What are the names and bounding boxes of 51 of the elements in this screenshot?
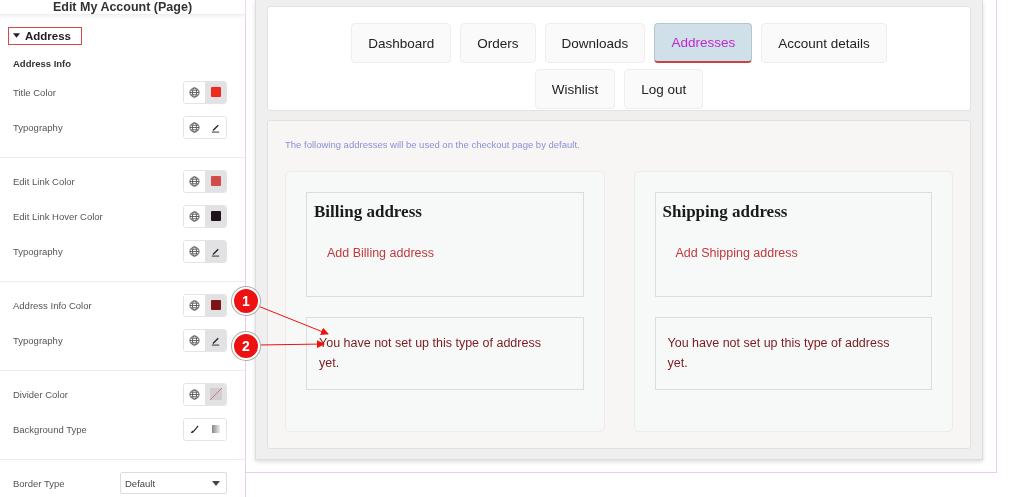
- control-label: Border Type: [13, 477, 65, 489]
- color-picker-button[interactable]: [205, 383, 226, 405]
- note-text: You have not set up this type of address yet.: [667, 335, 891, 372]
- control-label: Edit Link Hover Color: [13, 210, 103, 222]
- control-label: Divider Color: [13, 388, 68, 400]
- globe-icon: [189, 245, 200, 257]
- account-tab[interactable]: Log out: [624, 69, 704, 109]
- annotation-badge: 1: [232, 287, 260, 315]
- color-picker-button[interactable]: [205, 170, 226, 192]
- globe-icon: [189, 299, 200, 311]
- globe-icon: [189, 334, 200, 346]
- edit-typography-button[interactable]: [205, 240, 226, 262]
- panel-title: Edit My Account (Page): [0, 0, 245, 15]
- color-picker-button[interactable]: [205, 205, 226, 227]
- brush-icon: [190, 424, 199, 434]
- account-tab[interactable]: Orders: [460, 23, 536, 63]
- control-label: Typography: [13, 334, 63, 346]
- control-label: Typography: [13, 245, 63, 257]
- address-title: Billing address: [314, 202, 423, 222]
- edit-typography-button[interactable]: [205, 329, 226, 351]
- add-address-link[interactable]: Add Shipping address: [675, 246, 798, 260]
- intro-text: The following addresses will be used on the checkout page by default.: [285, 139, 581, 150]
- account-tab[interactable]: Account details: [761, 23, 887, 63]
- note-text: You have not set up this type of address yet.: [319, 335, 542, 372]
- control-label: Address Info Color: [13, 299, 92, 311]
- subheading: Address Info: [12, 56, 73, 71]
- globe-icon: [189, 388, 200, 400]
- globe-icon: [189, 210, 200, 222]
- section-toggle[interactable]: Address: [8, 26, 83, 45]
- control-label: Title Color: [13, 86, 56, 98]
- account-tab[interactable]: Addresses: [654, 23, 753, 63]
- globe-icon: [189, 121, 200, 133]
- globe-icon: [189, 175, 200, 187]
- control-label: Edit Link Color: [13, 175, 75, 187]
- caret-icon: [13, 33, 20, 38]
- globe-icon: [189, 86, 200, 98]
- color-picker-button[interactable]: [205, 81, 226, 103]
- border-type-select[interactable]: Default: [120, 472, 227, 494]
- color-picker-button[interactable]: [205, 294, 226, 316]
- add-address-link[interactable]: Add Billing address: [327, 246, 434, 260]
- no-color-icon: [209, 388, 222, 400]
- account-tab[interactable]: Wishlist: [534, 69, 616, 109]
- control-label: Background Type: [13, 423, 87, 435]
- caret-icon: [212, 480, 220, 486]
- gradient-icon: [211, 425, 220, 433]
- annotation-badge: 2: [232, 332, 260, 360]
- address-title: Shipping address: [662, 202, 789, 222]
- arrow: [257, 305, 329, 336]
- account-tab[interactable]: Downloads: [544, 23, 646, 63]
- account-tab[interactable]: Dashboard: [351, 23, 452, 63]
- control-label: Typography: [13, 121, 63, 133]
